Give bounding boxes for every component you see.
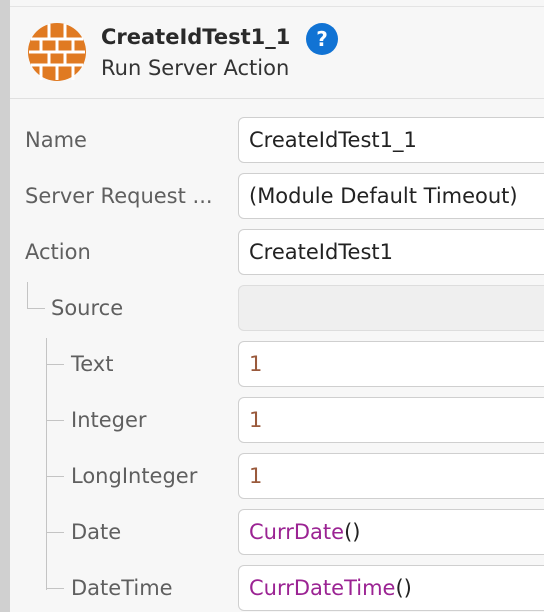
property-label: Server Request ... (25, 184, 213, 208)
property-label: Name (25, 128, 87, 152)
server-action-grid-icon (28, 23, 86, 81)
property-row-name: Name CreateIdTest1_1 (10, 112, 544, 168)
property-row-server-request-timeout: Server Request ... (Module Default Timeo… (10, 168, 544, 224)
datetime-parameter-input[interactable]: CurrDateTime() (238, 565, 544, 611)
header-divider (10, 98, 544, 99)
parameter-label: LongInteger (71, 464, 198, 488)
element-title: CreateIdTest1_1 (101, 25, 291, 49)
function-name: CurrDateTime (249, 576, 396, 600)
source-field (238, 285, 544, 331)
property-label: Source (51, 296, 124, 320)
server-request-timeout-dropdown[interactable]: (Module Default Timeout) (238, 173, 544, 219)
action-dropdown[interactable]: CreateIdTest1 (238, 229, 544, 275)
window-edge (0, 0, 10, 612)
help-icon[interactable]: ? (306, 23, 338, 55)
tree-connector (27, 308, 45, 309)
text-parameter-input[interactable]: 1 (238, 341, 544, 387)
function-name: CurrDate (249, 520, 345, 544)
property-row-source: Source (10, 280, 544, 336)
parameter-row-text: Text 1 (10, 336, 544, 392)
parameter-label: DateTime (71, 576, 173, 600)
parameter-label: Integer (71, 408, 147, 432)
longinteger-parameter-input[interactable]: 1 (238, 453, 544, 499)
parameter-row-datetime: DateTime CurrDateTime() (10, 560, 544, 612)
parameter-row-integer: Integer 1 (10, 392, 544, 448)
parameter-label: Text (71, 352, 114, 376)
properties-panel: CreateIdTest1_1 ? Run Server Action Name… (10, 0, 544, 612)
name-input[interactable]: CreateIdTest1_1 (238, 117, 544, 163)
property-row-action: Action CreateIdTest1 (10, 224, 544, 280)
function-args: () (344, 520, 361, 544)
element-type-label: Run Server Action (101, 56, 290, 80)
parameter-row-longinteger: LongInteger 1 (10, 448, 544, 504)
date-parameter-input[interactable]: CurrDate() (238, 509, 544, 555)
panel-header: CreateIdTest1_1 ? Run Server Action (10, 7, 544, 98)
property-label: Action (25, 240, 91, 264)
tree-connector (27, 282, 28, 309)
function-args: () (395, 576, 412, 600)
integer-parameter-input[interactable]: 1 (238, 397, 544, 443)
parameter-label: Date (71, 520, 122, 544)
parameter-row-date: Date CurrDate() (10, 504, 544, 560)
